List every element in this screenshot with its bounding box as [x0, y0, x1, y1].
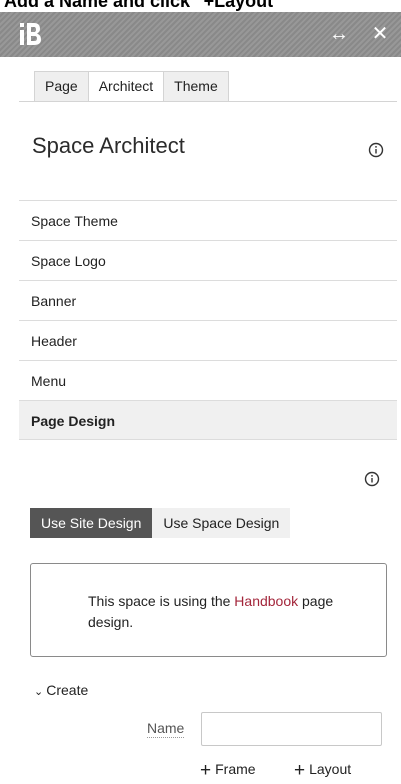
name-label: Name: [147, 720, 185, 738]
handbook-link[interactable]: Handbook: [234, 593, 298, 609]
resize-icon[interactable]: ↔: [326, 20, 352, 48]
tab-architect[interactable]: Architect: [87, 71, 165, 102]
panel-tabs: Page Architect Theme: [34, 71, 229, 102]
menu-item-space-logo[interactable]: Space Logo: [19, 240, 397, 280]
use-space-design-button[interactable]: Use Space Design: [152, 508, 291, 538]
create-label: Create: [46, 682, 89, 698]
use-site-design-button[interactable]: Use Site Design: [30, 508, 153, 538]
tab-divider: [19, 101, 397, 102]
architect-menu: Space Theme Space Logo Banner Header Men…: [19, 200, 397, 440]
panel-topbar: ↔ ✕: [0, 12, 401, 57]
add-frame-label: Frame: [215, 761, 256, 777]
add-layout-button[interactable]: + Layout: [294, 760, 351, 782]
close-icon[interactable]: ✕: [368, 20, 392, 48]
create-toggle[interactable]: ⌄ Create: [34, 682, 88, 698]
tab-page[interactable]: Page: [34, 71, 89, 102]
page-title: Space Architect: [32, 133, 185, 158]
instruction-caption: Add a Name and click "+Layout": [4, 0, 282, 11]
plus-icon: +: [294, 760, 306, 781]
menu-item-banner[interactable]: Banner: [19, 280, 397, 320]
name-input[interactable]: [201, 712, 382, 746]
add-layout-label: Layout: [309, 761, 352, 777]
design-notice: This space is using the Handbook page de…: [30, 563, 387, 657]
info-icon[interactable]: [364, 471, 380, 487]
menu-item-header[interactable]: Header: [19, 320, 397, 360]
menu-item-page-design[interactable]: Page Design: [19, 400, 397, 440]
plus-icon: +: [200, 760, 212, 781]
add-frame-button[interactable]: + Frame: [200, 760, 256, 782]
tab-theme[interactable]: Theme: [163, 71, 229, 102]
design-source-toggle: Use Site Design Use Space Design: [30, 508, 291, 538]
menu-item-space-theme[interactable]: Space Theme: [19, 200, 397, 240]
menu-item-menu[interactable]: Menu: [19, 360, 397, 400]
builder-logo-icon: [20, 21, 42, 47]
info-icon[interactable]: [368, 142, 384, 158]
notice-text-prefix: This space is using the: [88, 593, 235, 609]
chevron-down-icon: ⌄: [34, 686, 44, 698]
